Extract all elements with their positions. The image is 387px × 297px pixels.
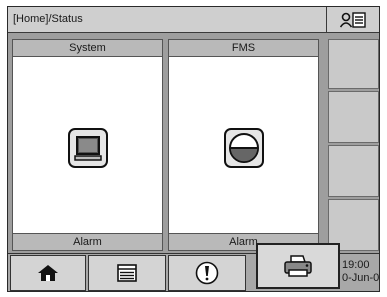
clock-time: 19:00 [342, 259, 370, 271]
breadcrumb: [Home]/Status [8, 7, 326, 33]
alarm-button[interactable] [168, 255, 246, 291]
side-button-1[interactable] [328, 39, 379, 89]
status-screen: [Home]/Status System Alarm FMS Alarm 19:… [7, 6, 380, 292]
system-panel-status: Alarm [13, 233, 162, 250]
tank-level-icon [224, 128, 264, 168]
fms-panel-title: FMS [169, 40, 318, 57]
printer-icon [284, 255, 312, 277]
clock: 19:00 0-Jun-06 [342, 259, 379, 291]
home-icon [38, 265, 58, 281]
system-panel-title: System [13, 40, 162, 57]
list-button[interactable] [88, 255, 166, 291]
user-button[interactable] [326, 7, 379, 33]
side-button-3[interactable] [328, 145, 379, 197]
home-button[interactable] [10, 255, 86, 291]
user-list-icon [340, 12, 366, 28]
clock-date: 0-Jun-06 [342, 272, 379, 284]
fms-panel[interactable]: FMS Alarm [168, 39, 319, 251]
alarm-warning-icon [195, 261, 219, 285]
system-panel[interactable]: System Alarm [12, 39, 163, 251]
list-icon [117, 264, 137, 282]
side-button-2[interactable] [328, 91, 379, 143]
print-button[interactable] [256, 243, 340, 289]
computer-monitor-icon [68, 128, 108, 168]
